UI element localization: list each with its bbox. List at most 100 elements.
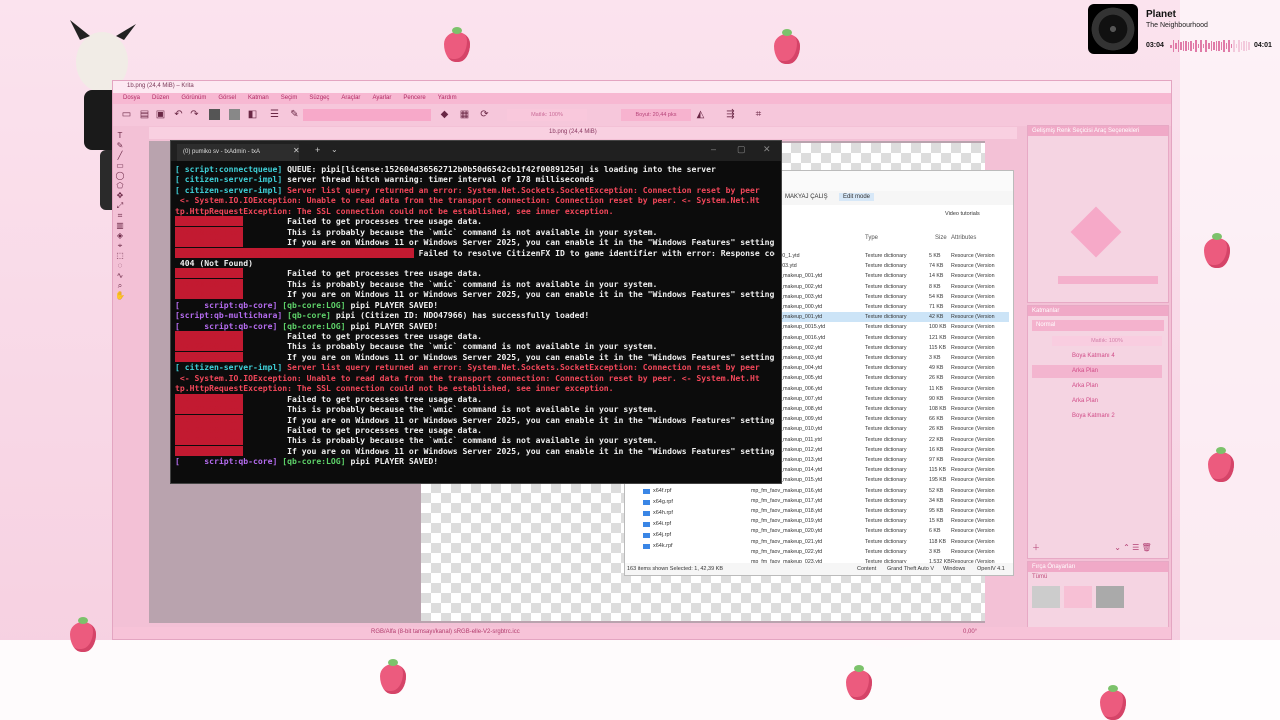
column-header[interactable]: Size <box>935 235 947 241</box>
menu-item[interactable]: Ayarlar <box>372 93 391 104</box>
file-row[interactable]: mp_fm_faov_makeup_0016.ytd Texture dictio… <box>751 333 1009 343</box>
brush-tool-icon[interactable]: ✎ <box>115 141 125 151</box>
file-row[interactable]: mp_fm_faov_makeup_013.ytd Texture diction… <box>751 455 1009 465</box>
progress-waveform[interactable] <box>1170 40 1250 52</box>
column-header[interactable]: Type <box>865 235 878 241</box>
pan-tool-icon[interactable]: ✋ <box>115 291 125 301</box>
delete-layer-icon[interactable]: 🗑 <box>1142 543 1152 552</box>
polygon-tool-icon[interactable]: ⬠ <box>115 181 125 191</box>
line-tool-icon[interactable]: ╱ <box>115 151 125 161</box>
video-tutorials-link[interactable]: Video tutorials <box>945 211 980 217</box>
menu-item[interactable]: Düzen <box>152 93 169 104</box>
file-row[interactable]: mp_fm_faov_makeup_008.ytd Texture diction… <box>751 404 1009 414</box>
maximize-icon[interactable]: ▢ <box>737 144 746 155</box>
ellipse-tool-icon[interactable]: ◯ <box>115 171 125 181</box>
brush-preset-icon[interactable]: ✎ <box>289 109 300 120</box>
file-row[interactable]: mp_fm_faov_makeup_021.ytd Texture diction… <box>751 537 1009 547</box>
menu-item[interactable]: Katman <box>248 93 269 104</box>
file-row[interactable]: mp_fm_faov_makeup_022.ytd Texture diction… <box>751 547 1009 557</box>
move-layer-up-icon[interactable]: ⌃ <box>1123 543 1130 552</box>
file-row[interactable]: mp_fm_faov_makeup_014.ytd Texture diction… <box>751 465 1009 475</box>
move-layer-down-icon[interactable]: ⌄ <box>1114 543 1121 552</box>
menu-item[interactable]: Pencere <box>403 93 425 104</box>
tab-content[interactable]: Content <box>857 566 876 572</box>
file-row[interactable]: mp_fm_faov_makeup_007.ytd Texture diction… <box>751 394 1009 404</box>
file-row[interactable]: mp_fm_faov_makeup_001.ytd Texture diction… <box>751 312 1009 323</box>
transform-handle[interactable] <box>1070 206 1122 258</box>
zoom-tool-icon[interactable]: ⌕ <box>115 281 125 291</box>
file-row[interactable]: _hx_lips_0_003.ytdTexture dictionary74 K… <box>751 261 1009 271</box>
transform-tool-icon[interactable]: ⤢ <box>115 201 125 211</box>
layer-row[interactable]: Boya Katmanı 4 <box>1032 350 1162 363</box>
minimize-icon[interactable]: – <box>711 144 716 154</box>
brush-preset-thumbnail[interactable] <box>1096 586 1124 608</box>
file-row[interactable]: mp_fm_faov_makeup_003.ytd Texture diction… <box>751 292 1009 302</box>
edit-mode-button[interactable]: Edit mode <box>839 193 875 201</box>
layer-row[interactable]: Arka Plan <box>1032 365 1162 378</box>
menu-item[interactable]: Yardım <box>438 93 457 104</box>
gradient-tool-icon[interactable]: ▥ <box>115 221 125 231</box>
menu-item[interactable]: Görsel <box>218 93 236 104</box>
file-row[interactable]: mp_fm_faov_makeup_006.ytd Texture diction… <box>751 384 1009 394</box>
add-layer-icon[interactable]: ＋ <box>1032 543 1040 552</box>
tab-gta[interactable]: Grand Theft Auto V <box>887 566 934 572</box>
file-row[interactable]: mp_fm_faov_makeup_017.ytd Texture diction… <box>751 496 1009 506</box>
file-row[interactable]: mp_fm_faov_makeup_004.ytd Texture diction… <box>751 363 1009 373</box>
mirror-vertical-icon[interactable]: ⇶ <box>725 109 736 120</box>
document-tab[interactable]: 1b.png (24,4 MiB) <box>149 127 1017 139</box>
file-row[interactable]: _hx_lips_0_00_1.ytdTexture dictionary5 K… <box>751 251 1009 261</box>
picker-tool-icon[interactable]: ⌖ <box>115 241 125 251</box>
file-row[interactable]: mp_fm_faov_makeup_020.ytd Texture diction… <box>751 526 1009 536</box>
gradient-icon[interactable] <box>209 109 220 120</box>
close-tab-icon[interactable]: ✕ <box>293 146 300 155</box>
terminal-tab[interactable]: (0) pumiko sv - txAdmin - txA <box>177 144 299 161</box>
menu-item[interactable]: Süzgeç <box>309 93 329 104</box>
brush-preset-thumbnail[interactable] <box>1032 586 1060 608</box>
new-tab-icon[interactable]: + <box>315 145 320 155</box>
tree-item[interactable]: x64h.rpf <box>643 508 743 519</box>
alpha-lock-icon[interactable]: ▦ <box>459 109 470 120</box>
file-row[interactable]: mp_fm_faov_makeup_001.ytd Texture diction… <box>751 271 1009 281</box>
file-row[interactable]: mp_fm_faov_makeup_000.ytd Texture diction… <box>751 302 1009 312</box>
move-tool-icon[interactable]: ✥ <box>115 191 125 201</box>
file-row[interactable]: mp_fm_faov_makeup_002.ytd Texture diction… <box>751 282 1009 292</box>
wrap-around-icon[interactable]: ⌗ <box>753 109 764 120</box>
file-row[interactable]: mp_fm_faov_makeup_009.ytd Texture diction… <box>751 414 1009 424</box>
fill-tool-icon[interactable]: ◈ <box>115 231 125 241</box>
brush-size-slider[interactable]: Boyut: 20,44 pks <box>621 109 691 121</box>
select-freehand-icon[interactable]: ∿ <box>115 271 125 281</box>
file-row[interactable]: mp_fm_faov_makeup_015.ytd Texture diction… <box>751 475 1009 485</box>
layer-row[interactable]: Arka Plan <box>1032 395 1162 408</box>
tab-openiv[interactable]: OpenIV 4.1 <box>977 566 1005 572</box>
file-row[interactable]: mp_fm_faov_makeup_011.ytd Texture diction… <box>751 435 1009 445</box>
crop-tool-icon[interactable]: ⌗ <box>115 211 125 221</box>
mirror-horizontal-icon[interactable]: ◭ <box>695 109 706 120</box>
file-row[interactable]: mp_fm_faov_makeup_016.ytd Texture diction… <box>751 486 1009 496</box>
redo-icon[interactable]: ↷ <box>189 109 200 120</box>
file-row[interactable]: mp_fm_faov_makeup_019.ytd Texture diction… <box>751 516 1009 526</box>
terminal-output[interactable]: [ script:connectqueue] QUEUE: pipi[licen… <box>175 164 775 482</box>
blend-mode-icon[interactable]: ☰ <box>269 109 280 120</box>
menu-item[interactable]: Dosya <box>123 93 140 104</box>
tree-item[interactable]: x64j.rpf <box>643 530 743 541</box>
file-row[interactable]: mp_fm_faov_makeup_002.ytd Texture diction… <box>751 343 1009 353</box>
color-swap-icon[interactable]: ◧ <box>247 109 258 120</box>
menu-item[interactable]: Seçim <box>281 93 298 104</box>
tree-item[interactable]: x64i.rpf <box>643 519 743 530</box>
layer-opacity-slider[interactable]: Matlık: 100% <box>1052 336 1162 346</box>
eraser-icon[interactable]: ◆ <box>439 109 450 120</box>
file-row[interactable]: mp_fm_faov_makeup_018.ytd Texture diction… <box>751 506 1009 516</box>
tree-item[interactable]: x64g.rpf <box>643 497 743 508</box>
layer-row[interactable]: Boya Katmanı 2 <box>1032 410 1162 423</box>
brush-tag-select[interactable]: Tümü <box>1032 574 1092 582</box>
rectangle-tool-icon[interactable]: ▭ <box>115 161 125 171</box>
tree-item[interactable]: x64f.rpf <box>643 486 743 497</box>
file-row[interactable]: mp_fm_faov_makeup_0015.ytd Texture dictio… <box>751 322 1009 332</box>
brush-preset-thumbnail[interactable] <box>1064 586 1092 608</box>
open-folder-icon[interactable]: ▤ <box>139 109 150 120</box>
new-file-icon[interactable]: ▭ <box>121 109 132 120</box>
pattern-icon[interactable] <box>229 109 240 120</box>
tab-windows[interactable]: Windows <box>943 566 965 572</box>
file-row[interactable]: mp_fm_faov_makeup_012.ytd Texture diction… <box>751 445 1009 455</box>
opacity-slider[interactable]: Matlık: 100% <box>507 109 587 121</box>
